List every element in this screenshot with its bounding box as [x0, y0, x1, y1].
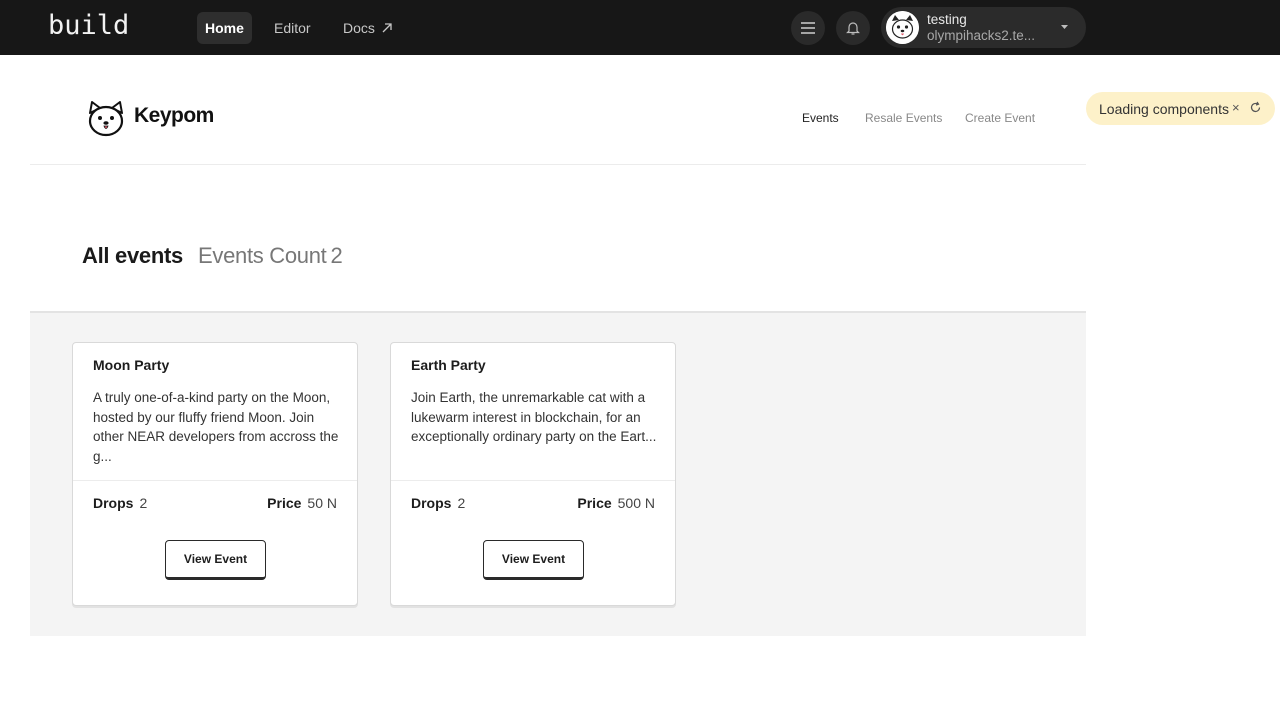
- nav-docs-label: Docs: [343, 20, 375, 36]
- keypom-nav-create-event[interactable]: Create Event: [965, 111, 1035, 125]
- price-label: Price: [267, 495, 302, 511]
- header-divider: [30, 164, 1086, 165]
- card-divider: [73, 480, 357, 481]
- nav-docs[interactable]: Docs: [335, 12, 401, 44]
- drops-label: Drops: [411, 495, 452, 511]
- event-price: Price 50 N: [267, 495, 337, 511]
- event-drops: Drops 2: [411, 495, 465, 511]
- build-logo[interactable]: build: [48, 10, 129, 41]
- nav-editor[interactable]: Editor: [266, 12, 319, 44]
- events-count-label: Events Count: [198, 243, 327, 268]
- external-link-icon: [382, 23, 392, 33]
- event-title: Earth Party: [411, 357, 486, 373]
- event-card: Moon Party A truly one-of-a-kind party o…: [72, 342, 358, 606]
- keypom-title[interactable]: Keypom: [134, 104, 214, 128]
- refresh-icon[interactable]: [1249, 101, 1262, 114]
- menu-icon: [801, 22, 815, 34]
- bell-icon: [846, 22, 860, 35]
- view-event-button[interactable]: View Event: [165, 540, 266, 580]
- account-name: testing: [927, 12, 967, 27]
- event-card: Earth Party Join Earth, the unremarkable…: [390, 342, 676, 606]
- toast-text: Loading components: [1099, 100, 1229, 117]
- loading-toast: Loading components ×: [1086, 92, 1275, 125]
- menu-button[interactable]: [791, 11, 825, 45]
- toast-close-button[interactable]: ×: [1232, 100, 1240, 115]
- event-title: Moon Party: [93, 357, 170, 373]
- drops-value: 2: [457, 495, 466, 511]
- nav-home[interactable]: Home: [197, 12, 252, 44]
- account-menu[interactable]: testing olympihacks2.te...: [881, 7, 1086, 48]
- caret-down-icon: [1061, 25, 1068, 29]
- event-description: Join Earth, the unremarkable cat with a …: [411, 390, 657, 444]
- account-id: olympihacks2.te...: [927, 28, 1036, 43]
- drops-label: Drops: [93, 495, 134, 511]
- events-count: Events Count 2: [198, 243, 343, 269]
- drops-value: 2: [139, 495, 148, 511]
- events-count-value: 2: [330, 243, 343, 268]
- notifications-button[interactable]: [836, 11, 870, 45]
- keypom-nav-events[interactable]: Events: [802, 111, 839, 125]
- top-navbar: build Home Editor Docs testing olympihac…: [0, 0, 1280, 55]
- events-grid: Moon Party A truly one-of-a-kind party o…: [30, 313, 1086, 636]
- price-value: 50 N: [307, 495, 337, 511]
- keypom-logo-icon[interactable]: [86, 99, 126, 139]
- view-event-button[interactable]: View Event: [483, 540, 584, 580]
- price-label: Price: [577, 495, 612, 511]
- price-value: 500 N: [617, 495, 655, 511]
- avatar: [886, 11, 919, 44]
- event-drops: Drops 2: [93, 495, 147, 511]
- event-description: A truly one-of-a-kind party on the Moon,…: [93, 390, 339, 464]
- keypom-nav-resale-events[interactable]: Resale Events: [865, 111, 942, 125]
- event-price: Price 500 N: [577, 495, 655, 511]
- page-title: All events: [82, 243, 183, 268]
- card-divider: [391, 480, 675, 481]
